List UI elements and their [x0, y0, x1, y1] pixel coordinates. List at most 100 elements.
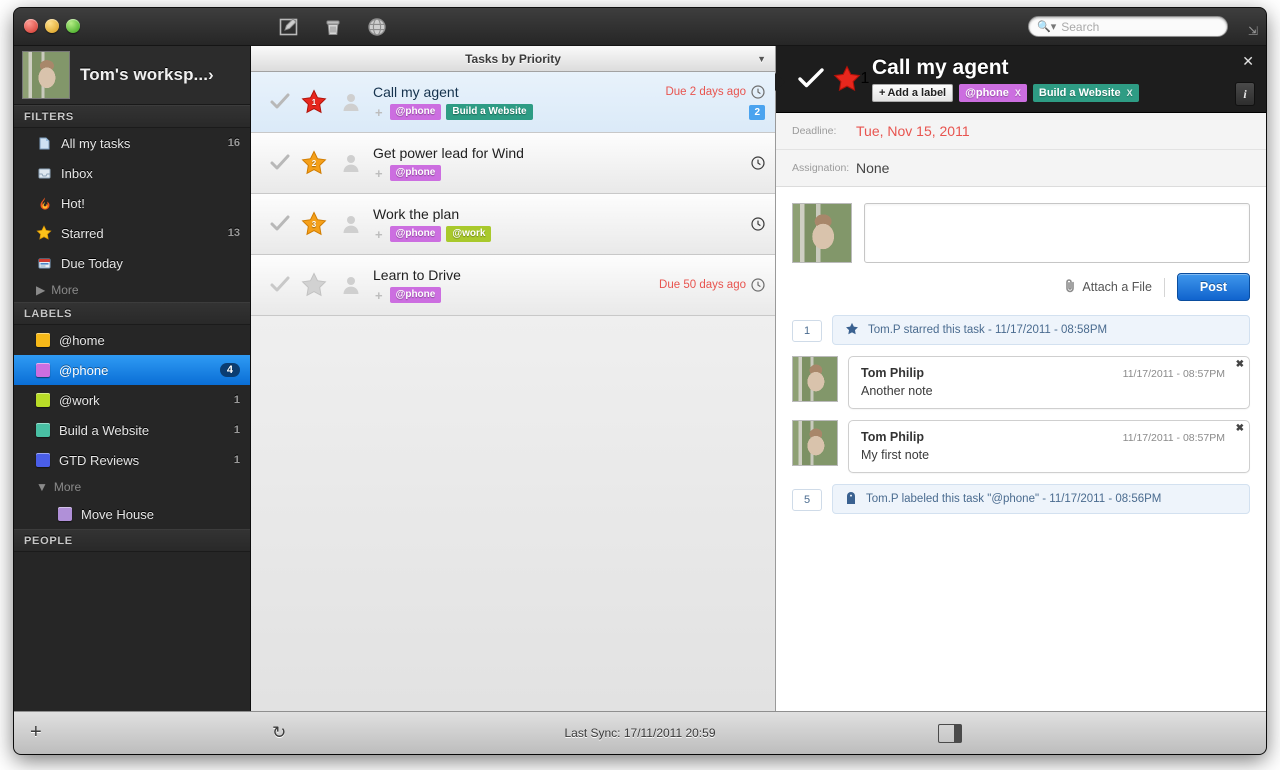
search-field[interactable]: 🔍▾ [1028, 16, 1228, 37]
attach-file-button[interactable]: Attach a File [1065, 277, 1165, 297]
filters-more-toggle[interactable]: ▶ More [14, 278, 250, 302]
label-swatch-icon [36, 393, 50, 407]
sidebar-item-phone[interactable]: @phone 4 [14, 355, 250, 385]
note-text: Another note [861, 384, 933, 398]
sidebar-item-inbox[interactable]: Inbox [14, 158, 250, 188]
compose-icon[interactable] [276, 14, 302, 40]
deadline-label: Deadline: [792, 125, 837, 137]
label-chip[interactable]: @phone [389, 165, 442, 181]
pane-toggle-icon[interactable] [938, 724, 962, 743]
sidebar-item-label: @home [59, 332, 105, 348]
delete-note-icon[interactable]: ✖ [1236, 423, 1244, 434]
info-button[interactable]: i [1235, 82, 1255, 106]
task-list-header[interactable]: Tasks by Priority ▼ [251, 46, 775, 72]
priority-star-icon[interactable]: 2 [295, 150, 333, 176]
sidebar-item-work[interactable]: @work 1 [14, 385, 250, 415]
label-chip[interactable]: Build a Website X [1032, 84, 1139, 103]
add-label-button[interactable]: + Add a label [872, 84, 954, 103]
sidebar-item-count: 13 [227, 227, 240, 239]
chevron-down-icon[interactable]: ▼ [757, 54, 766, 64]
label-chip[interactable]: @phone X [959, 84, 1027, 103]
sidebar-item-count: 4 [219, 363, 240, 377]
table-row[interactable]: 1 Call my agent + @phone Build a Website… [251, 72, 775, 133]
complete-task-checkbox[interactable] [265, 275, 295, 295]
sidebar-item-label: Starred [61, 225, 104, 241]
expand-toolbar-icon[interactable]: ⇲ [1248, 24, 1258, 38]
sidebar-item-count: 1 [233, 454, 240, 466]
add-label-icon[interactable]: + [373, 167, 385, 180]
avatar [792, 356, 838, 402]
attach-file-label: Attach a File [1082, 280, 1152, 294]
table-row[interactable]: 3 Work the plan + @phone @work [251, 194, 775, 255]
search-input[interactable] [1059, 18, 1219, 35]
minimize-window-button[interactable] [45, 19, 59, 33]
clock-icon[interactable] [751, 156, 765, 170]
priority-star-icon[interactable]: 3 [295, 211, 333, 237]
add-label-icon[interactable]: + [373, 106, 385, 119]
assignee-icon[interactable] [333, 152, 369, 174]
sidebar-item-hot[interactable]: Hot! [14, 188, 250, 218]
note-author: Tom Philip [861, 430, 924, 444]
detail-body: Attach a File Post 1 Tom.P starred this … [776, 187, 1266, 711]
filters-header: FILTERS [14, 105, 250, 128]
remove-label-icon[interactable]: X [1127, 88, 1133, 98]
remove-label-icon[interactable]: X [1015, 88, 1021, 98]
priority-number: 3 [311, 219, 317, 229]
label-chip[interactable]: Build a Website [446, 104, 533, 120]
clock-icon[interactable] [751, 278, 765, 292]
sidebar-item-move-house[interactable]: Move House [14, 499, 250, 529]
post-button[interactable]: Post [1176, 273, 1250, 301]
detail-title-block: Call my agent + Add a label @phone X Buil… [872, 56, 1252, 103]
detail-complete-checkbox[interactable] [792, 67, 830, 91]
complete-task-checkbox[interactable] [265, 92, 295, 112]
priority-star-icon[interactable] [295, 272, 333, 298]
complete-task-checkbox[interactable] [265, 153, 295, 173]
deadline-row[interactable]: Deadline: Tue, Nov 15, 2011 [776, 113, 1266, 150]
sidebar-item-starred[interactable]: Starred 13 [14, 218, 250, 248]
note-header: Tom Philip 11/17/2011 - 08:57PM [861, 366, 1237, 380]
sidebar-item-label: GTD Reviews [59, 452, 140, 468]
table-row[interactable]: 2 Get power lead for Wind + @phone [251, 133, 775, 194]
delete-note-icon[interactable]: ✖ [1236, 359, 1244, 370]
detail-priority-star-icon[interactable]: 1 [830, 65, 872, 93]
note-text: My first note [861, 448, 930, 462]
sidebar-item-due-today[interactable]: Due Today [14, 248, 250, 278]
sidebar-item-gtd-reviews[interactable]: GTD Reviews 1 [14, 445, 250, 475]
label-chip[interactable]: @work [446, 226, 492, 242]
task-list-empty-area [251, 316, 775, 711]
assignee-icon[interactable] [333, 274, 369, 296]
add-label-icon[interactable]: + [373, 289, 385, 302]
globe-icon[interactable] [364, 14, 390, 40]
task-content: Work the plan + @phone @work [369, 206, 741, 242]
filters-list: All my tasks 16 Inbox Hot! Starred 13 Du… [14, 128, 250, 302]
close-window-button[interactable] [24, 19, 38, 33]
label-swatch-icon [36, 363, 50, 377]
labels-more-toggle[interactable]: ▼ More [14, 475, 250, 499]
sidebar-item-all-my-tasks[interactable]: All my tasks 16 [14, 128, 250, 158]
task-title: Get power lead for Wind [373, 145, 524, 161]
close-icon[interactable]: ✕ [1242, 54, 1254, 68]
label-chip[interactable]: @phone [389, 104, 442, 120]
task-title: Learn to Drive [373, 267, 461, 283]
sidebar-item-build-a-website[interactable]: Build a Website 1 [14, 415, 250, 445]
table-row[interactable]: Learn to Drive + @phone Due 50 days ago [251, 255, 775, 316]
priority-star-icon[interactable]: 1 [295, 89, 333, 115]
zoom-window-button[interactable] [66, 19, 80, 33]
label-chip[interactable]: @phone [389, 226, 442, 242]
assignee-icon[interactable] [333, 91, 369, 113]
comment-input[interactable] [864, 203, 1250, 263]
label-chip[interactable]: @phone [389, 287, 442, 303]
chevron-right-icon: ▶ [36, 283, 46, 297]
trash-icon[interactable] [320, 14, 346, 40]
clock-icon[interactable] [751, 84, 765, 99]
labels-more-label: More [53, 480, 82, 494]
workspace-selector[interactable]: Tom's worksp...› [14, 46, 250, 105]
sidebar-item-label: @work [59, 392, 100, 408]
status-bar: + ↻ Last Sync: 17/11/2011 20:59 [14, 711, 1266, 754]
complete-task-checkbox[interactable] [265, 214, 295, 234]
clock-icon[interactable] [751, 217, 765, 231]
add-label-icon[interactable]: + [373, 228, 385, 241]
sidebar-item-home[interactable]: @home [14, 325, 250, 355]
assignation-row[interactable]: Assignation: None [776, 150, 1266, 186]
assignee-icon[interactable] [333, 213, 369, 235]
